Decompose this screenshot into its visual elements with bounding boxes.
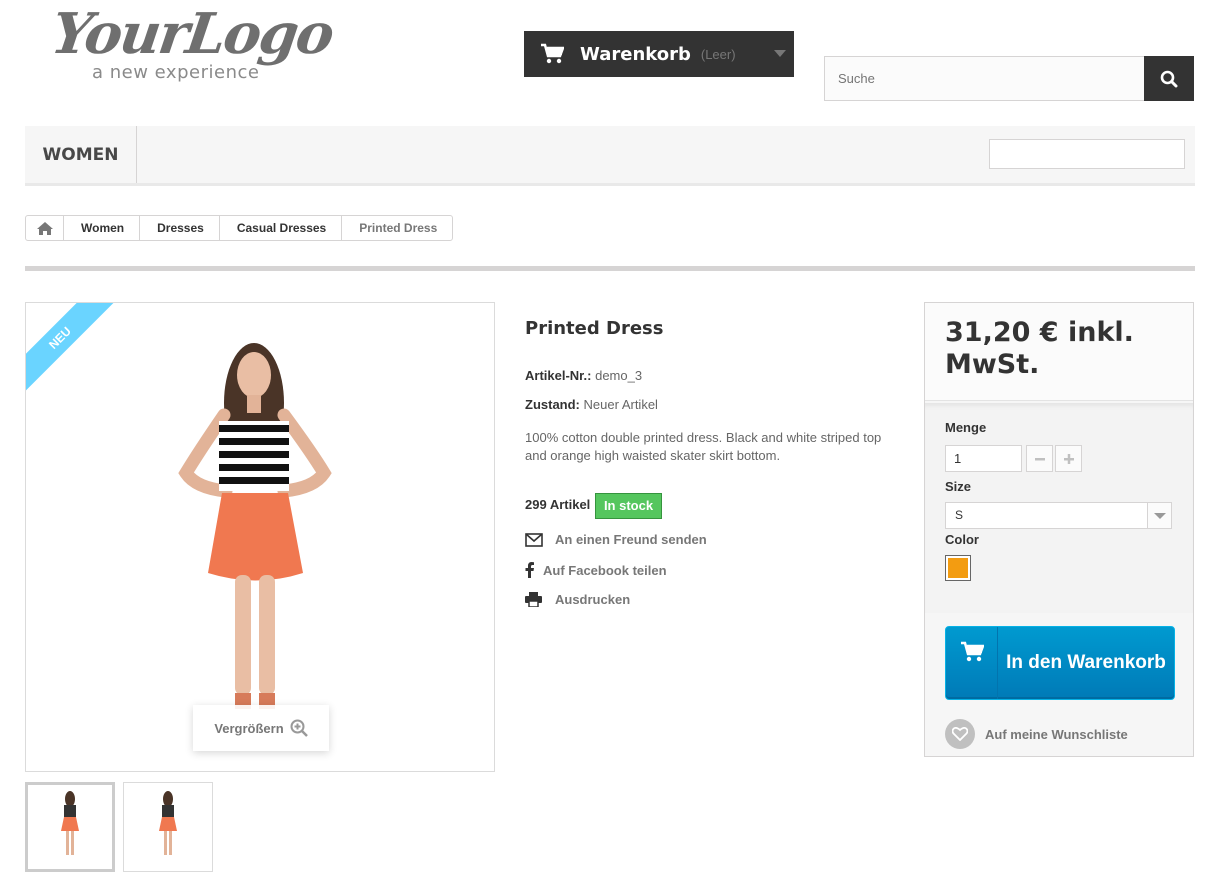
menu-item-women[interactable]: WOMEN [25, 126, 137, 183]
reference-label: Artikel-Nr.: [525, 368, 592, 383]
cart-dropdown[interactable]: Warenkorb (Leer) [524, 31, 794, 77]
cart-status: (Leer) [700, 46, 736, 62]
home-icon [36, 221, 53, 235]
cart-icon [960, 641, 984, 662]
cart-icon [541, 43, 564, 64]
product-condition: Zustand: Neuer Artikel [525, 397, 658, 412]
add-to-cart-label: In den Warenkorb [1006, 652, 1166, 673]
chevron-down-icon [1147, 503, 1171, 528]
search-form [824, 56, 1194, 101]
thumbnail-photo [159, 791, 177, 855]
printer-icon [525, 592, 542, 607]
condition-value: Neuer Artikel [583, 397, 658, 412]
color-swatch-orange[interactable] [945, 555, 971, 581]
print-link[interactable]: Ausdrucken [525, 592, 630, 607]
product-description: 100% cotton double printed dress. Black … [525, 430, 882, 463]
stock-quantity: 299 Artikel [525, 497, 591, 512]
size-selected-value: S [955, 508, 964, 522]
zoom-in-icon [290, 719, 308, 737]
product-photo [178, 343, 332, 709]
breadcrumb: Women Dresses Casual Dresses Printed Dre… [25, 215, 454, 241]
size-select[interactable]: S [945, 502, 1172, 529]
add-to-wishlist-link[interactable]: Auf meine Wunschliste [945, 719, 1128, 749]
price-area: 31,20 € inkl. MwSt. [925, 303, 1193, 401]
availability-badge: In stock [595, 493, 662, 519]
breadcrumb-item-casual-dresses[interactable]: Casual Dresses [220, 216, 343, 240]
reference-value: demo_3 [595, 368, 643, 383]
chevron-down-icon [774, 50, 786, 57]
color-swatch-fill [948, 558, 968, 578]
main-menu: WOMEN [25, 126, 1195, 186]
breadcrumb-item-dresses[interactable]: Dresses [140, 216, 220, 240]
buy-box: 31,20 € inkl. MwSt. Menge 1 Size S Color… [924, 302, 1194, 757]
breadcrumb-home[interactable] [26, 216, 64, 240]
size-label: Size [945, 479, 972, 494]
thumbnail-1[interactable] [25, 782, 115, 872]
breadcrumb-item-women[interactable]: Women [64, 216, 141, 240]
quantity-input[interactable]: 1 [945, 445, 1022, 472]
add-to-cart-button[interactable]: In den Warenkorb [945, 626, 1175, 700]
facebook-icon [525, 562, 534, 578]
section-divider [25, 266, 1195, 271]
product-title: Printed Dress [525, 318, 664, 339]
product-reference: Artikel-Nr.: demo_3 [525, 368, 642, 383]
product-main-image[interactable]: NEU Vergrößern [25, 302, 495, 772]
search-icon [1160, 70, 1178, 87]
search-input[interactable] [824, 56, 1144, 101]
wishlist-label: Auf meine Wunschliste [985, 726, 1128, 742]
quantity-decrease-button[interactable] [1026, 445, 1053, 472]
wishlist-icon-circle [945, 719, 975, 749]
search-button[interactable] [1144, 56, 1194, 101]
quantity-increase-button[interactable] [1055, 445, 1082, 472]
logo-wordmark: YourLogo [47, 1, 337, 67]
facebook-share-link[interactable]: Auf Facebook teilen [525, 562, 667, 578]
quantity-label: Menge [945, 420, 987, 435]
send-to-friend-label: An einen Freund senden [555, 532, 707, 547]
plus-icon [1063, 453, 1074, 464]
breadcrumb-item-current: Printed Dress [359, 221, 438, 235]
color-label: Color [945, 532, 979, 547]
thumbnail-photo [61, 791, 79, 855]
send-to-friend-link[interactable]: An einen Freund senden [525, 532, 707, 547]
minus-icon [1034, 457, 1045, 460]
logo[interactable]: YourLogo a new experience [47, 1, 352, 86]
heart-icon [952, 727, 968, 741]
condition-label: Zustand: [525, 397, 580, 412]
print-label: Ausdrucken [555, 592, 631, 607]
zoom-label: Vergrößern [214, 720, 284, 736]
cart-label: Warenkorb [580, 43, 691, 65]
logo-tagline: a new experience [92, 62, 260, 83]
zoom-button[interactable]: Vergrößern [193, 705, 329, 751]
product-price: 31,20 € inkl. MwSt. [945, 317, 1134, 380]
thumbnail-2[interactable] [123, 782, 213, 872]
menu-search-input[interactable] [989, 139, 1185, 169]
envelope-icon [525, 532, 543, 547]
facebook-share-label: Auf Facebook teilen [543, 562, 667, 578]
